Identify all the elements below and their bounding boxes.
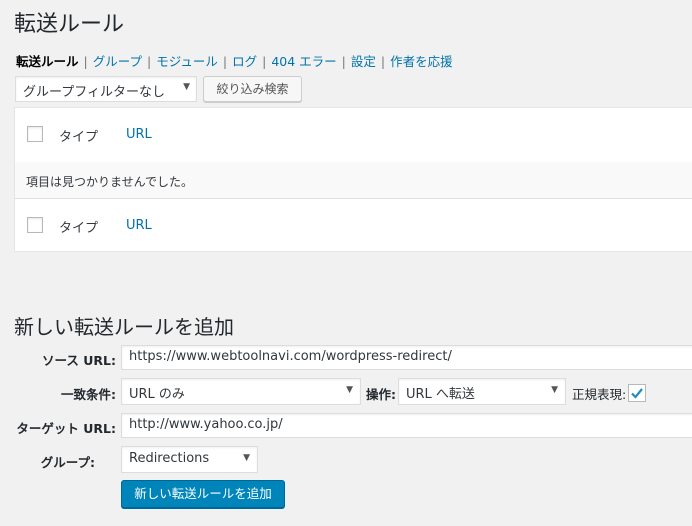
chevron-down-icon: ▼	[243, 453, 250, 463]
subnav-support[interactable]: 作者を応援	[390, 54, 453, 69]
group-value: Redirections	[129, 451, 210, 466]
group-select[interactable]: Redirections ▼	[121, 446, 258, 473]
subnav-separator: |	[147, 54, 152, 69]
source-url-value: https://www.webtoolnavi.com/wordpress-re…	[129, 349, 452, 364]
action-value: URL へ転送	[406, 387, 475, 402]
empty-message: 項目は見つかりませんでした。	[26, 175, 194, 189]
select-all-checkbox-footer[interactable]	[27, 217, 43, 233]
regex-checkbox[interactable]	[628, 384, 646, 402]
action-select[interactable]: URL へ転送 ▼	[398, 378, 566, 405]
add-rule-title: 新しい転送ルールを追加	[14, 315, 234, 339]
subnav-separator: |	[341, 54, 346, 69]
target-url-label: ターゲット URL:	[16, 421, 116, 436]
subsubsub-nav: 転送ルール | グループ | モジュール | ログ | 404 エラー | 設定 | 作者を応援	[16, 51, 453, 70]
subnav-groups[interactable]: グループ	[93, 54, 142, 69]
filter-button[interactable]: 絞り込み検索	[203, 76, 302, 102]
page-title: 転送ルール	[14, 12, 125, 37]
check-icon	[631, 388, 643, 399]
subnav-redirects[interactable]: 転送ルール	[16, 54, 79, 69]
match-value: URL のみ	[129, 387, 185, 402]
source-url-label: ソース URL:	[42, 353, 116, 368]
table-row-empty: 項目は見つかりませんでした。	[15, 162, 692, 199]
subnav-separator: |	[262, 54, 267, 69]
column-header-url[interactable]: URL	[126, 127, 152, 142]
select-all-checkbox[interactable]	[27, 126, 43, 142]
group-filter-value: グループフィルターなし	[23, 85, 165, 100]
subnav-settings[interactable]: 設定	[351, 54, 376, 69]
source-url-input[interactable]: https://www.webtoolnavi.com/wordpress-re…	[121, 345, 692, 370]
chevron-down-icon: ▼	[346, 385, 353, 395]
action-label: 操作:	[366, 387, 396, 402]
table-footer: タイプ URL	[15, 198, 692, 252]
group-label: グループ:	[40, 455, 95, 470]
subnav-log[interactable]: ログ	[232, 54, 257, 69]
subnav-separator: |	[222, 54, 228, 69]
target-url-input[interactable]: http://www.yahoo.co.jp/	[121, 413, 692, 438]
table-header: タイプ URL	[15, 108, 692, 163]
target-url-value: http://www.yahoo.co.jp/	[129, 417, 283, 432]
subnav-separator: |	[83, 54, 88, 69]
group-filter-select[interactable]: グループフィルターなし ▼	[15, 76, 197, 102]
column-header-type: タイプ	[59, 130, 99, 145]
subnav-separator: |	[380, 54, 386, 69]
redirects-table: タイプ URL 項目は見つかりませんでした。 タイプ URL	[14, 107, 692, 252]
column-footer-type: タイプ	[59, 221, 99, 236]
chevron-down-icon: ▼	[183, 82, 190, 92]
chevron-down-icon: ▼	[551, 385, 558, 395]
subnav-modules[interactable]: モジュール	[156, 54, 218, 69]
match-label: 一致条件:	[61, 387, 116, 402]
match-select[interactable]: URL のみ ▼	[121, 378, 361, 405]
regex-label: 正規表現:	[572, 387, 627, 402]
column-footer-url[interactable]: URL	[126, 218, 152, 233]
add-redirect-button[interactable]: 新しい転送ルールを追加	[121, 480, 285, 508]
subnav-404-errors[interactable]: 404 エラー	[271, 54, 336, 69]
